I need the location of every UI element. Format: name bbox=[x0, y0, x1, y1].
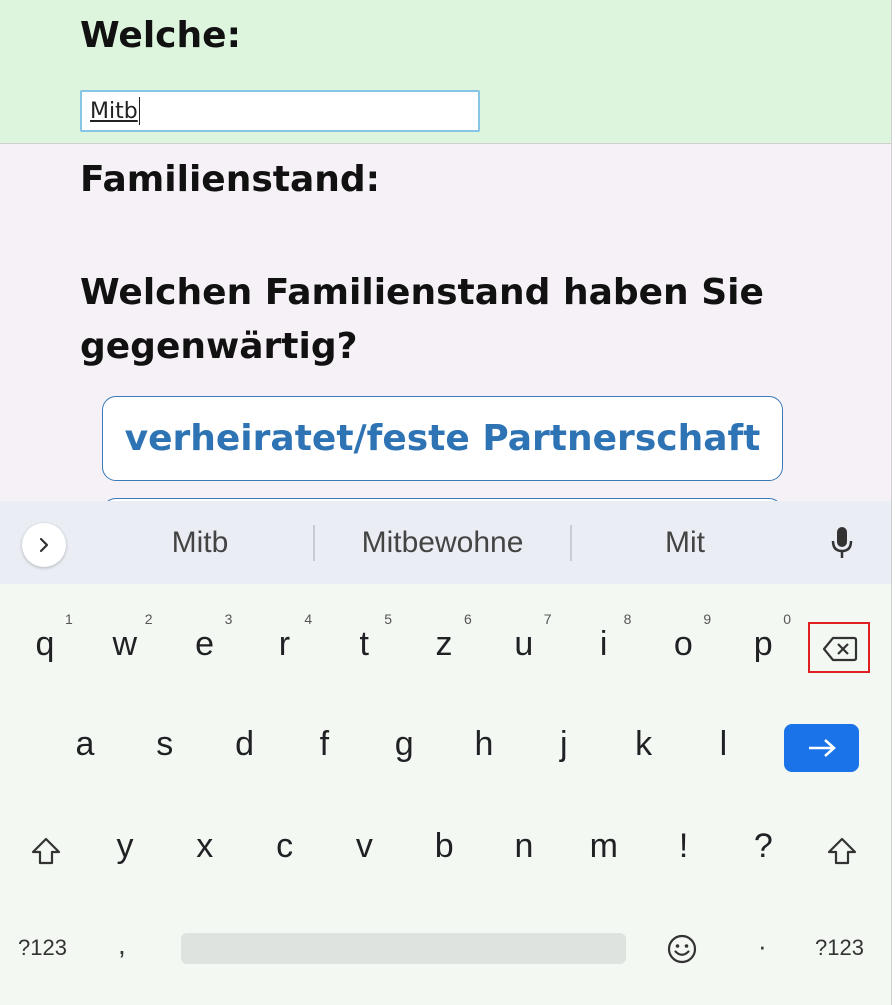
which-text-input[interactable]: Mitb bbox=[80, 90, 480, 132]
key-hint: 5 bbox=[384, 611, 392, 627]
key-row1-8[interactable]: o bbox=[653, 625, 713, 664]
suggestion-bar: Mitb Mitbewohne Mit bbox=[0, 501, 891, 584]
suggestion-1[interactable]: Mitb bbox=[120, 526, 280, 560]
key-row3-6[interactable]: m bbox=[574, 827, 634, 866]
suggestion-divider bbox=[313, 525, 315, 561]
key-row2-6[interactable]: j bbox=[534, 725, 594, 764]
key-row3-4[interactable]: b bbox=[414, 827, 474, 866]
key-hint: 7 bbox=[543, 611, 552, 627]
key-row2-3[interactable]: f bbox=[294, 725, 354, 764]
symbols-key-right[interactable]: ?123 bbox=[815, 935, 864, 961]
chevron-right-icon[interactable] bbox=[22, 523, 66, 567]
key-hint: 6 bbox=[464, 611, 472, 627]
suggestion-3[interactable]: Mit bbox=[605, 526, 765, 560]
key-row1-6[interactable]: u bbox=[494, 625, 554, 664]
key-row2-1[interactable]: s bbox=[135, 725, 195, 764]
key-row2-5[interactable]: h bbox=[454, 725, 514, 764]
key-row2-7[interactable]: k bbox=[614, 725, 674, 764]
suggestion-2[interactable]: Mitbewohne bbox=[330, 526, 555, 560]
key-row1-3[interactable]: r bbox=[254, 625, 314, 664]
option-married-button[interactable]: verheiratet/feste Partnerschaft bbox=[102, 396, 783, 481]
key-row3-7[interactable]: ! bbox=[654, 827, 714, 866]
key-hint: 3 bbox=[224, 611, 233, 627]
key-row3-8[interactable]: ? bbox=[733, 827, 793, 866]
key-row1-7[interactable]: i bbox=[574, 625, 634, 664]
key-hint: 8 bbox=[623, 611, 632, 627]
key-row1-0[interactable]: q bbox=[15, 625, 75, 664]
key-row2-8[interactable]: l bbox=[693, 725, 753, 764]
key-row1-2[interactable]: e bbox=[175, 625, 235, 664]
key-row3-3[interactable]: v bbox=[334, 827, 394, 866]
key-row2-4[interactable]: g bbox=[374, 725, 434, 764]
microphone-icon[interactable] bbox=[828, 525, 856, 565]
backspace-icon[interactable] bbox=[815, 631, 865, 667]
key-hint: 0 bbox=[783, 611, 791, 627]
soft-keyboard: Mitb Mitbewohne Mit q1 w2 e3 r4 t5 z6 u7 i8 o9 p0… bbox=[0, 501, 892, 1005]
key-row1-5[interactable]: z bbox=[414, 625, 474, 664]
key-row1-9[interactable]: p bbox=[733, 625, 793, 664]
key-row3-5[interactable]: n bbox=[494, 827, 554, 866]
key-hint: 2 bbox=[144, 611, 153, 627]
key-row2-2[interactable]: d bbox=[215, 725, 275, 764]
emoji-icon[interactable] bbox=[664, 931, 700, 967]
marital-status-heading: Familienstand: bbox=[80, 159, 381, 200]
comma-key[interactable]: , bbox=[118, 929, 126, 961]
shift-icon-right[interactable] bbox=[822, 833, 862, 869]
key-row1-4[interactable]: t bbox=[334, 625, 394, 664]
period-key[interactable]: · bbox=[758, 931, 767, 962]
key-hint: 9 bbox=[703, 611, 712, 627]
key-hint: 1 bbox=[65, 611, 73, 627]
question-line-2: gegenwärtig? bbox=[80, 326, 358, 367]
suggestion-divider bbox=[570, 525, 572, 561]
key-row1-1[interactable]: w bbox=[95, 625, 155, 664]
key-row3-1[interactable]: x bbox=[175, 827, 235, 866]
which-label: Welche: bbox=[80, 15, 241, 56]
space-bar[interactable] bbox=[181, 933, 626, 964]
key-hint: 4 bbox=[304, 611, 313, 627]
key-row3-0[interactable]: y bbox=[95, 827, 155, 866]
text-caret bbox=[138, 97, 140, 125]
key-row3-2[interactable]: c bbox=[255, 827, 315, 866]
marital-status-question: Welchen Familienstand haben Sie gegenwär… bbox=[80, 266, 764, 374]
symbols-key[interactable]: ?123 bbox=[18, 935, 67, 961]
arrow-right-icon bbox=[808, 739, 836, 757]
other-specify-section: Welche: Mitb bbox=[0, 0, 892, 144]
enter-button[interactable] bbox=[784, 724, 859, 772]
shift-icon[interactable] bbox=[26, 833, 66, 869]
key-row2-0[interactable]: a bbox=[55, 725, 115, 764]
question-line-1: Welchen Familienstand haben Sie bbox=[80, 272, 764, 313]
which-input-value: Mitb bbox=[90, 98, 138, 124]
